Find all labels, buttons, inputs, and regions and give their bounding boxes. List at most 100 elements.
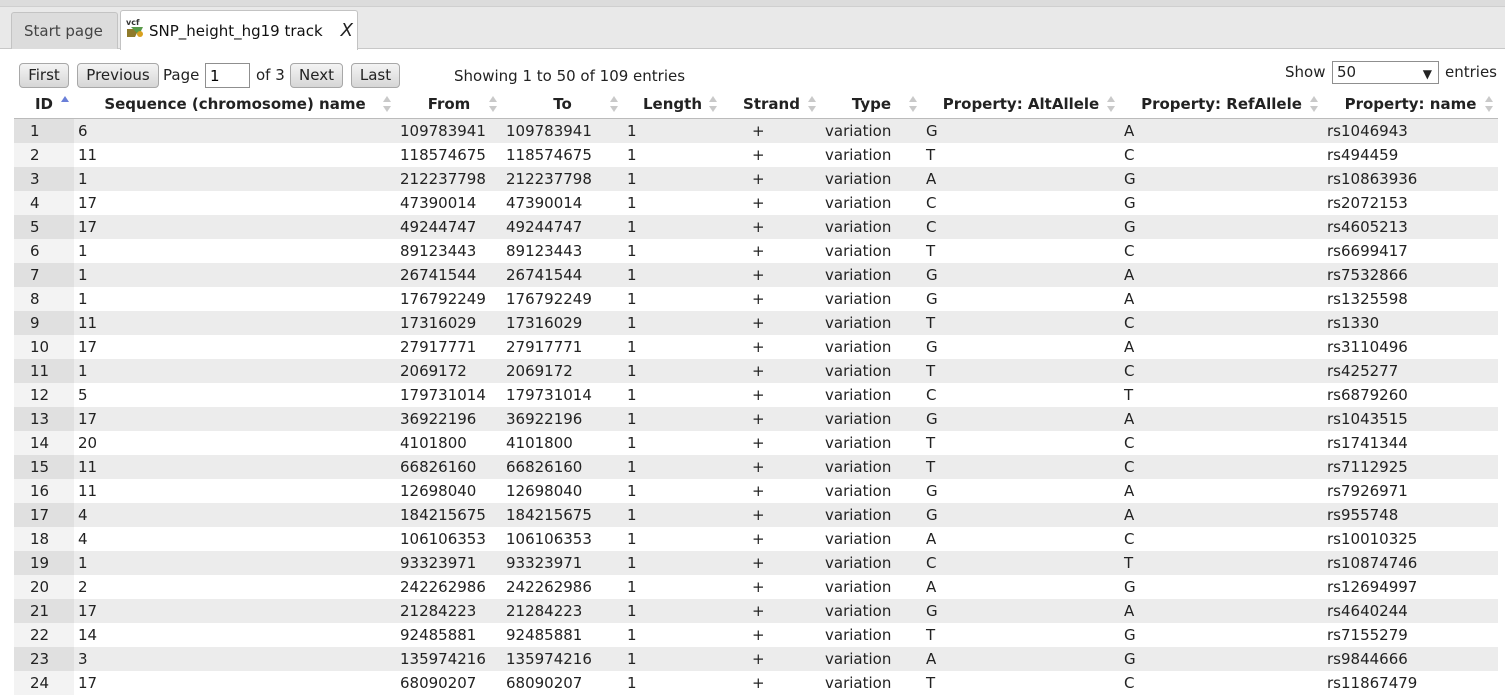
table-cell: rs11867479 [1323,671,1498,695]
table-cell: 176792249 [502,287,623,311]
table-cell: 242262986 [502,575,623,599]
table-row[interactable]: 22 14 92485881 92485881 1 + variation T Grs71552… [14,623,1498,647]
column-header[interactable]: Strand [722,90,821,119]
table-cell: T [922,359,1120,383]
table-cell: 1 [623,671,722,695]
table-row[interactable]: 11 1 2069172 2069172 1 + variation T Crs425277 [14,359,1498,383]
table-cell: 212237798 [502,167,623,191]
table-cell: rs9844666 [1323,647,1498,671]
table-cell: 3 [74,647,396,671]
table-cell: C [1120,311,1323,335]
column-header[interactable]: Sequence (chromosome) name [74,90,396,119]
table-row[interactable]: 1 6 109783941 109783941 1 + variation G Ars10469… [14,118,1498,143]
column-header[interactable]: Type [821,90,922,119]
table-cell: 27917771 [396,335,502,359]
table-cell: + [722,503,821,527]
sort-icon [808,96,816,112]
sort-icon [1310,96,1318,112]
table-cell: variation [821,191,922,215]
table-cell: 135974216 [396,647,502,671]
table-cell: 184215675 [502,503,623,527]
table-cell: 1 [14,118,74,143]
table-row[interactable]: 7 1 26741544 26741544 1 + variation G Ars7532866 [14,263,1498,287]
table-cell: 17 [74,671,396,695]
table-row[interactable]: 13 17 36922196 36922196 1 + variation G Ars10435… [14,407,1498,431]
table-row[interactable]: 19 1 93323971 93323971 1 + variation C Trs108747… [14,551,1498,575]
column-header[interactable]: ID [14,90,74,119]
table-cell: 68090207 [502,671,623,695]
table-cell: 17 [74,599,396,623]
table-cell: + [722,623,821,647]
table-cell: 1 [74,239,396,263]
table-cell: 1 [623,118,722,143]
table-cell: rs10863936 [1323,167,1498,191]
table-cell: rs7532866 [1323,263,1498,287]
table-row[interactable]: 8 1 176792249 176792249 1 + variation G Ars13255… [14,287,1498,311]
column-header[interactable]: Property: name [1323,90,1498,119]
table-cell: 21 [14,599,74,623]
table-cell: variation [821,455,922,479]
table-cell: C [922,551,1120,575]
table-cell: A [1120,503,1323,527]
table-cell: 23 [14,647,74,671]
table-cell: G [922,479,1120,503]
table-row[interactable]: 12 5 179731014 179731014 1 + variation C Trs6879… [14,383,1498,407]
last-page-button[interactable]: Last [351,63,400,88]
close-tab-button[interactable]: X [341,11,353,51]
tab-bar: Start page vcf SNP_height_hg19 track X [0,0,1505,50]
table-cell: T [922,455,1120,479]
table-cell: 1 [623,527,722,551]
table-cell: A [1120,479,1323,503]
column-header[interactable]: Property: RefAllele [1120,90,1323,119]
table-cell: 17316029 [502,311,623,335]
table-cell: 47390014 [502,191,623,215]
table-cell: 14 [74,623,396,647]
table-cell: variation [821,311,922,335]
table-cell: 1 [623,407,722,431]
table-row[interactable]: 17 4 184215675 184215675 1 + variation G Ars9557… [14,503,1498,527]
table-row[interactable]: 16 11 12698040 12698040 1 + variation G Ars79269… [14,479,1498,503]
tab-start-page[interactable]: Start page [11,12,118,49]
previous-page-button[interactable]: Previous [77,63,159,88]
column-header[interactable]: From [396,90,502,119]
table-cell: 93323971 [396,551,502,575]
table-row[interactable]: 6 1 89123443 89123443 1 + variation T Crs6699417 [14,239,1498,263]
table-cell: variation [821,407,922,431]
table-cell: + [722,431,821,455]
table-row[interactable]: 20 2 242262986 242262986 1 + variation A Grs1269… [14,575,1498,599]
table-row[interactable]: 18 4 106106353 106106353 1 + variation A Crs1001… [14,527,1498,551]
table-row[interactable]: 24 17 68090207 68090207 1 + variation T Crs11867… [14,671,1498,695]
table-cell: 118574675 [396,143,502,167]
table-row[interactable]: 5 17 49244747 49244747 1 + variation C Grs460521… [14,215,1498,239]
table-cell: + [722,287,821,311]
table-row[interactable]: 10 17 27917771 27917771 1 + variation G Ars31104… [14,335,1498,359]
features-table: ID Sequence (chromosome) name From To Length… [14,90,1498,695]
table-cell: 66826160 [396,455,502,479]
table-cell: T [1120,551,1323,575]
table-cell: 1 [623,479,722,503]
table-row[interactable]: 3 1 212237798 212237798 1 + variation A Grs10863… [14,167,1498,191]
table-cell: 21284223 [396,599,502,623]
column-header[interactable]: To [502,90,623,119]
next-page-button[interactable]: Next [290,63,343,88]
column-header[interactable]: Length [623,90,722,119]
table-cell: 109783941 [396,118,502,143]
entries-per-page-select[interactable]: 50 ▼ [1332,61,1439,84]
table-row[interactable]: 4 17 47390014 47390014 1 + variation C Grs207215… [14,191,1498,215]
svg-text:vcf: vcf [126,18,140,27]
table-cell: 8 [14,287,74,311]
table-row[interactable]: 23 3 135974216 135974216 1 + variation A Grs9844… [14,647,1498,671]
table-row[interactable]: 9 11 17316029 17316029 1 + variation T Crs1330 [14,311,1498,335]
table-cell: 1 [623,599,722,623]
first-page-button[interactable]: First [19,63,69,88]
table-row[interactable]: 2 11 118574675 118574675 1 + variation T Crs4944… [14,143,1498,167]
table-cell: 13 [14,407,74,431]
page-number-input[interactable] [205,63,250,88]
table-cell: 1 [623,623,722,647]
column-header[interactable]: Property: AltAllele [922,90,1120,119]
table-row[interactable]: 21 17 21284223 21284223 1 + variation G Ars46402… [14,599,1498,623]
tab-snp-track[interactable]: vcf SNP_height_hg19 track X [120,10,358,50]
table-row[interactable]: 14 20 4101800 4101800 1 + variation T Crs1741344 [14,431,1498,455]
table-row[interactable]: 15 11 66826160 66826160 1 + variation T Crs71129… [14,455,1498,479]
table-cell: 92485881 [396,623,502,647]
